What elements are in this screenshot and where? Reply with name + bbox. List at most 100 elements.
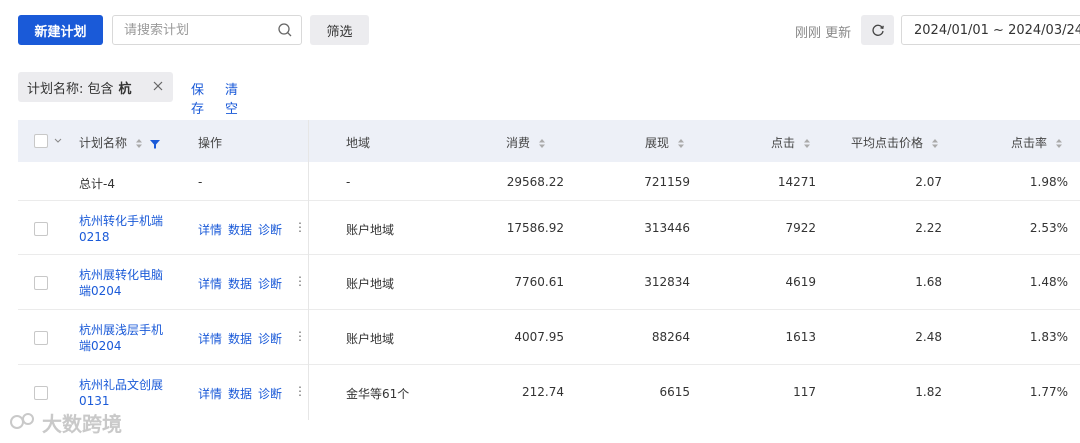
new-plan-button[interactable]: 新建计划 xyxy=(18,15,103,45)
date-range-picker[interactable]: 2024/01/01 ~ 2024/03/24 xyxy=(901,15,1080,45)
watermark-logo-icon xyxy=(10,413,34,429)
header-ops: 操作 xyxy=(198,136,223,150)
data-link[interactable]: 数据 xyxy=(228,387,252,401)
header-spend[interactable]: 消费 xyxy=(506,134,546,151)
sort-icon[interactable] xyxy=(931,138,939,149)
toolbar: 新建计划 筛选 刚刚 更新 2024/01/01 ~ 2024/03/24 xyxy=(0,0,1080,64)
row-ctr: 1.48% xyxy=(1029,275,1068,289)
data-link[interactable]: 数据 xyxy=(228,332,252,346)
row-region: 账户地域 xyxy=(346,223,395,237)
filter-tag-prefix: 计划名称: 包含 xyxy=(27,81,114,97)
header-impressions-label: 展现 xyxy=(645,136,670,150)
diagnose-link[interactable]: 诊断 xyxy=(258,387,282,401)
refresh-button[interactable] xyxy=(861,15,894,45)
plan-name-link[interactable]: 杭州礼品文创展0131 xyxy=(79,377,171,409)
row-impressions: 88264 xyxy=(651,330,690,344)
filter-button[interactable]: 筛选 xyxy=(310,15,369,45)
row-ctr: 1.77% xyxy=(1029,385,1068,399)
row-checkbox[interactable] xyxy=(34,331,48,345)
clear-filter-link[interactable]: 清空 xyxy=(225,79,238,117)
row-spend: 17586.92 xyxy=(506,221,564,235)
sort-icon[interactable] xyxy=(135,138,143,149)
header-region: 地域 xyxy=(346,136,371,150)
select-all-checkbox[interactable] xyxy=(34,134,48,148)
row-checkbox[interactable] xyxy=(34,386,48,400)
sort-icon[interactable] xyxy=(1055,138,1063,149)
header-impressions[interactable]: 展现 xyxy=(645,134,685,151)
total-avg-cpc: 2.07 xyxy=(915,175,942,189)
total-row: 总计-4 - - 29568.22 721159 14271 2.07 1.98… xyxy=(18,162,1080,201)
date-range-text: 2024/01/01 ~ 2024/03/24 xyxy=(914,22,1080,38)
detail-link[interactable]: 详情 xyxy=(198,277,222,291)
more-icon[interactable]: ⋮ xyxy=(294,329,306,343)
row-clicks: 117 xyxy=(793,385,816,399)
search-input[interactable] xyxy=(124,22,274,38)
sort-icon[interactable] xyxy=(538,138,546,149)
more-icon[interactable]: ⋮ xyxy=(294,274,306,288)
row-region: 账户地域 xyxy=(346,277,395,291)
search-box[interactable] xyxy=(112,15,302,45)
plan-name-link[interactable]: 杭州转化手机端0218 xyxy=(79,213,171,245)
data-link[interactable]: 数据 xyxy=(228,277,252,291)
watermark: 大数跨境 xyxy=(8,406,122,438)
row-spend: 212.74 xyxy=(522,385,564,399)
detail-link[interactable]: 详情 xyxy=(198,223,222,237)
updated-status: 刚刚 更新 xyxy=(795,26,852,41)
row-ctr: 1.83% xyxy=(1029,330,1068,344)
row-actions: 详情 数据 诊断 xyxy=(198,385,288,402)
header-clicks[interactable]: 点击 xyxy=(771,134,811,151)
diagnose-link[interactable]: 诊断 xyxy=(258,223,282,237)
row-impressions: 312834 xyxy=(644,275,690,289)
row-actions: 详情 数据 诊断 xyxy=(198,330,288,347)
chevron-down-icon[interactable] xyxy=(54,138,62,144)
table-row[interactable]: 杭州礼品文创展0131 详情 数据 诊断 ⋮ 金华等61个 212.74 6615 … xyxy=(18,365,1080,420)
plan-name-link[interactable]: 杭州展转化电脑端0204 xyxy=(79,267,171,299)
data-link[interactable]: 数据 xyxy=(228,223,252,237)
filter-tag[interactable]: 计划名称: 包含 杭 xyxy=(18,72,173,102)
total-ops: - xyxy=(198,175,203,189)
row-avg-cpc: 2.48 xyxy=(915,330,942,344)
row-spend: 4007.95 xyxy=(514,330,564,344)
row-ctr: 2.53% xyxy=(1029,221,1068,235)
detail-link[interactable]: 详情 xyxy=(198,332,222,346)
filter-icon[interactable] xyxy=(149,139,160,149)
table-row[interactable]: 杭州展转化电脑端0204 详情 数据 诊断 ⋮ 账户地域 7760.61 31283… xyxy=(18,255,1080,310)
save-filter-link[interactable]: 保存 xyxy=(191,79,204,117)
diagnose-link[interactable]: 诊断 xyxy=(258,277,282,291)
search-icon[interactable] xyxy=(277,22,293,38)
row-avg-cpc: 1.82 xyxy=(915,385,942,399)
row-impressions: 6615 xyxy=(659,385,690,399)
table-row[interactable]: 杭州展浅层手机端0204 详情 数据 诊断 ⋮ 账户地域 4007.95 88264… xyxy=(18,310,1080,365)
row-checkbox[interactable] xyxy=(34,222,48,236)
row-avg-cpc: 1.68 xyxy=(915,275,942,289)
more-icon[interactable]: ⋮ xyxy=(294,220,306,234)
header-ctr[interactable]: 点击率 xyxy=(1011,134,1063,151)
total-impressions: 721159 xyxy=(644,175,690,189)
total-spend: 29568.22 xyxy=(506,175,564,189)
close-icon[interactable] xyxy=(151,79,165,93)
row-clicks: 7922 xyxy=(785,221,816,235)
header-clicks-label: 点击 xyxy=(771,136,796,150)
row-avg-cpc: 2.22 xyxy=(915,221,942,235)
row-clicks: 1613 xyxy=(785,330,816,344)
header-avg-cpc[interactable]: 平均点击价格 xyxy=(851,134,939,151)
plan-name-link[interactable]: 杭州展浅层手机端0204 xyxy=(79,322,171,354)
row-region: 账户地域 xyxy=(346,332,395,346)
header-name-label: 计划名称 xyxy=(79,136,128,150)
row-actions: 详情 数据 诊断 xyxy=(198,221,288,238)
diagnose-link[interactable]: 诊断 xyxy=(258,332,282,346)
header-avg-cpc-label: 平均点击价格 xyxy=(851,136,924,150)
row-checkbox[interactable] xyxy=(34,276,48,290)
row-region: 金华等61个 xyxy=(346,387,410,401)
refresh-icon xyxy=(871,24,884,36)
total-ctr: 1.98% xyxy=(1029,175,1068,189)
sort-icon[interactable] xyxy=(803,138,811,149)
header-ctr-label: 点击率 xyxy=(1011,136,1048,150)
more-icon[interactable]: ⋮ xyxy=(294,384,306,398)
column-divider xyxy=(308,120,309,420)
sort-icon[interactable] xyxy=(677,138,685,149)
detail-link[interactable]: 详情 xyxy=(198,387,222,401)
table-row[interactable]: 杭州转化手机端0218 详情 数据 诊断 ⋮ 账户地域 17586.92 31344… xyxy=(18,201,1080,255)
total-region: - xyxy=(346,175,351,189)
header-name[interactable]: 计划名称 xyxy=(79,134,160,151)
